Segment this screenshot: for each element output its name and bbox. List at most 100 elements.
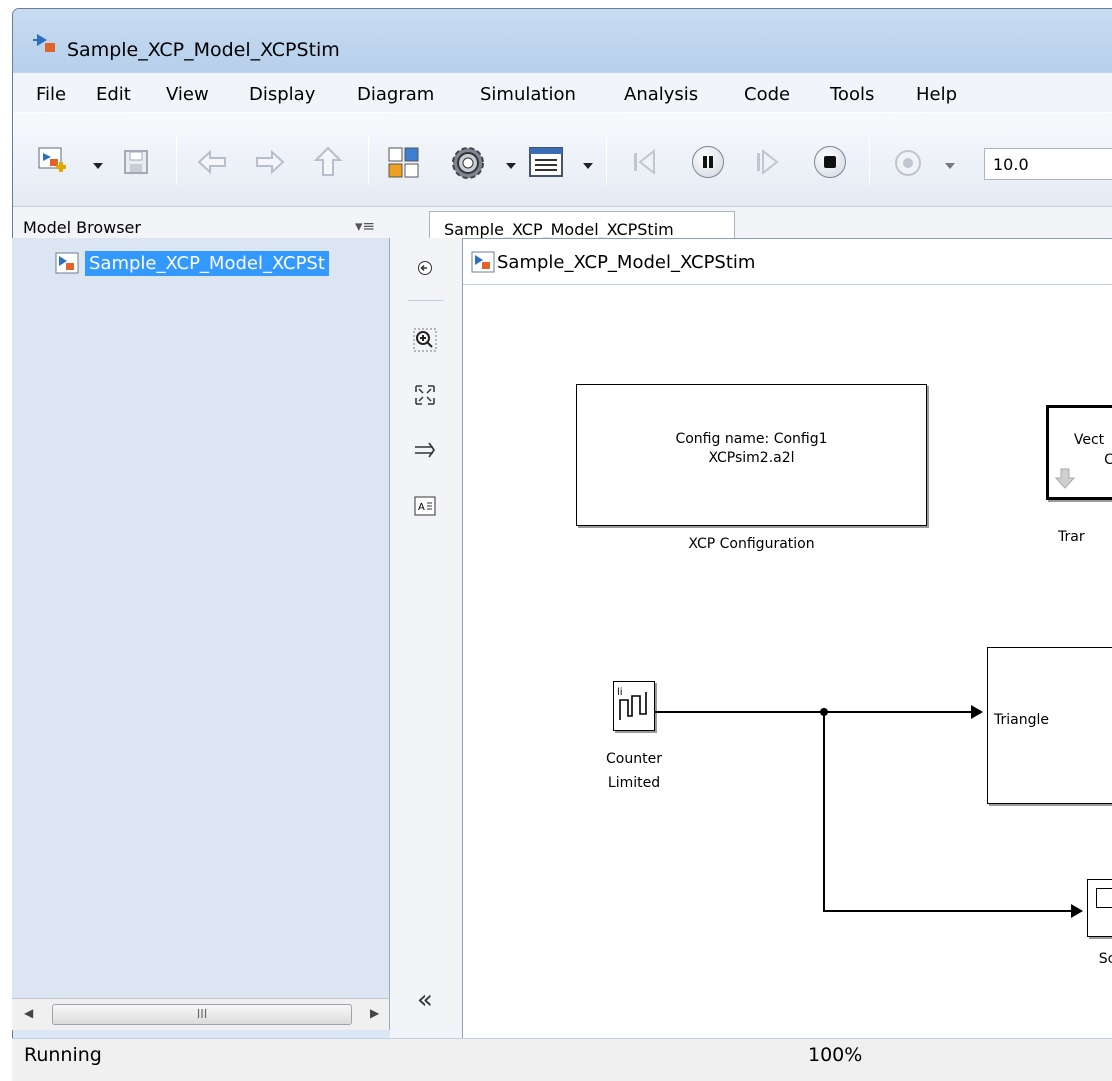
toolbar-separator xyxy=(606,135,607,185)
model-icon xyxy=(471,251,495,273)
menu-file[interactable]: File xyxy=(36,84,66,105)
step-back-button[interactable] xyxy=(628,145,662,179)
simulink-model-icon xyxy=(33,34,55,52)
breadcrumb: Sample_XCP_Model_XCPStim xyxy=(463,239,1112,285)
step-forward-icon xyxy=(757,148,779,176)
scope-caption: Sc xyxy=(1098,951,1112,967)
back-button[interactable] xyxy=(195,148,229,176)
counter-caption-2: Limited xyxy=(607,775,661,791)
pause-icon xyxy=(703,156,713,168)
library-browser-button[interactable] xyxy=(386,145,422,181)
counter-limited-block[interactable]: li xyxy=(613,681,655,731)
model-icon xyxy=(55,252,79,274)
config-file-text: XCPsim2.a2l xyxy=(708,450,795,466)
record-button[interactable] xyxy=(893,148,923,178)
menu-bar: File Edit View Display Diagram Simulatio… xyxy=(13,72,1112,112)
new-model-button[interactable] xyxy=(36,145,70,179)
config-name-text: Config name: Config1 xyxy=(675,431,828,447)
zoom-in-icon[interactable] xyxy=(413,328,437,352)
new-model-dropdown[interactable] xyxy=(93,163,103,169)
menu-code[interactable]: Code xyxy=(744,84,790,105)
diagram-canvas[interactable]: Sample_XCP_Model_XCPStim Config name: Co… xyxy=(462,238,1112,1038)
annotation-icon[interactable]: A xyxy=(413,494,437,518)
transport-caption-1: X xyxy=(1063,509,1112,525)
menu-tools[interactable]: Tools xyxy=(830,84,874,105)
scroll-left-icon[interactable]: ◀ xyxy=(24,1006,33,1020)
triangle-port-label: Triangle xyxy=(994,712,1049,728)
counter-caption-1: Counter xyxy=(606,751,662,767)
toolbar-separator xyxy=(869,135,870,185)
scroll-right-icon[interactable]: ▶ xyxy=(370,1006,379,1020)
xcp-transport-block[interactable]: Vect C xyxy=(1046,405,1112,500)
route-lines-icon[interactable] xyxy=(413,438,437,462)
up-button[interactable] xyxy=(313,145,343,179)
canvas-tool-strip: A « xyxy=(390,238,462,1038)
scroll-thumb[interactable]: III xyxy=(52,1004,352,1025)
gear-icon xyxy=(452,147,484,179)
breadcrumb-model[interactable]: Sample_XCP_Model_XCPStim xyxy=(497,252,755,273)
model-browser-hscrollbar[interactable]: ◀ III ▶ xyxy=(12,998,390,1030)
transport-line1: Vect xyxy=(1073,432,1105,448)
model-explorer-icon xyxy=(529,147,563,177)
signal-line[interactable] xyxy=(655,711,973,713)
toolbar-separator xyxy=(176,135,177,185)
simulation-status: Running xyxy=(24,1044,102,1066)
stop-button[interactable] xyxy=(814,146,846,178)
collapse-icon[interactable]: « xyxy=(413,985,437,1015)
model-explorer-button[interactable] xyxy=(528,145,564,179)
toolbar: 10.0 xyxy=(13,112,1112,207)
transport-line2: C xyxy=(1104,452,1112,468)
stop-time-input[interactable]: 10.0 xyxy=(984,148,1112,180)
scope-block[interactable] xyxy=(1087,879,1112,937)
menu-display[interactable]: Display xyxy=(249,84,315,105)
save-button[interactable] xyxy=(121,147,151,177)
stop-icon xyxy=(824,156,836,168)
menu-analysis[interactable]: Analysis xyxy=(624,84,698,105)
pause-button[interactable] xyxy=(692,146,724,178)
model-browser-title: Model Browser xyxy=(23,218,141,237)
step-forward-button[interactable] xyxy=(751,145,785,179)
counter-icon: li xyxy=(617,687,647,720)
window-title: Sample_XCP_Model_XCPStim xyxy=(67,39,340,61)
svg-text:A: A xyxy=(418,502,425,513)
hide-browser-icon[interactable] xyxy=(413,256,437,280)
step-back-icon xyxy=(634,148,655,176)
status-bar: Running 100% xyxy=(12,1038,1112,1081)
arrow-up-icon xyxy=(313,146,343,176)
title-bar: Sample_XCP_Model_XCPStim xyxy=(13,9,1112,72)
forward-button[interactable] xyxy=(253,148,287,176)
menu-view[interactable]: View xyxy=(166,84,209,105)
menu-simulation[interactable]: Simulation xyxy=(480,84,576,105)
down-arrow-icon xyxy=(1055,468,1075,489)
transport-caption-2: Trar xyxy=(1058,529,1085,545)
model-settings-button[interactable] xyxy=(448,143,488,183)
fit-to-view-icon[interactable] xyxy=(413,383,437,407)
save-icon xyxy=(124,150,148,174)
settings-dropdown[interactable] xyxy=(506,163,516,169)
menu-edit[interactable]: Edit xyxy=(96,84,131,105)
menu-help[interactable]: Help xyxy=(916,84,957,105)
explorer-dropdown[interactable] xyxy=(583,163,593,169)
zoom-level: 100% xyxy=(808,1044,863,1066)
triangle-subsystem-block[interactable]: Triangle xyxy=(987,647,1112,804)
record-icon xyxy=(895,150,921,176)
branch-line[interactable] xyxy=(823,910,1073,912)
xcp-configuration-block[interactable]: Config name: Config1 XCPsim2.a2l xyxy=(576,384,927,526)
menu-diagram[interactable]: Diagram xyxy=(357,84,434,105)
arrow-left-icon xyxy=(197,149,226,175)
model-browser-menu-icon[interactable]: ▾≡ xyxy=(355,217,375,235)
arrow-right-icon xyxy=(256,149,285,175)
record-dropdown[interactable] xyxy=(945,163,955,169)
new-model-icon xyxy=(38,147,66,172)
tool-separator xyxy=(408,300,444,301)
svg-text:li: li xyxy=(617,687,623,698)
library-browser-icon xyxy=(388,147,419,178)
model-browser-tree[interactable]: Sample_XCP_Model_XCPSt xyxy=(12,238,390,998)
toolbar-separator xyxy=(368,135,369,185)
xcp-configuration-caption: XCP Configuration xyxy=(688,536,815,552)
branch-line[interactable] xyxy=(823,711,825,911)
tree-item-label: Sample_XCP_Model_XCPSt xyxy=(85,250,329,276)
tree-item-model[interactable]: Sample_XCP_Model_XCPSt xyxy=(55,248,329,278)
signal-arrowhead xyxy=(971,705,983,719)
scope-screen-icon xyxy=(1096,888,1112,908)
